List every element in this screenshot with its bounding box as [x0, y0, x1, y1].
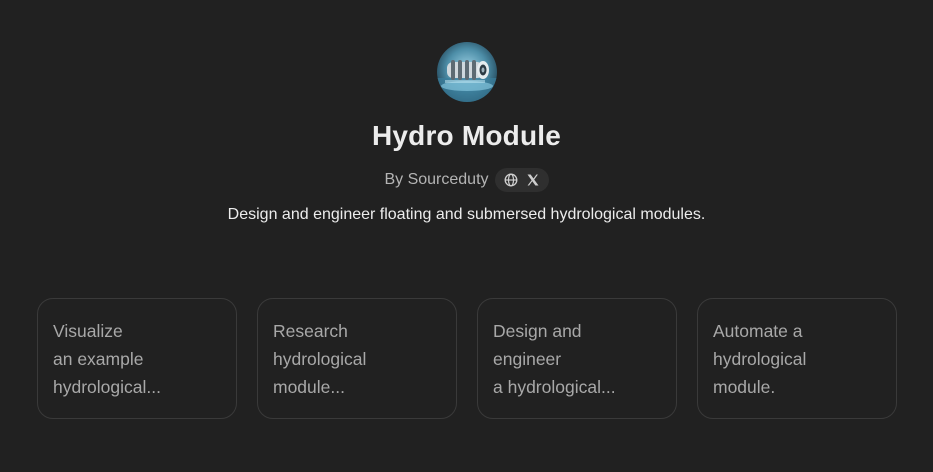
gpt-intro-page: Hydro Module By Sourceduty Design and en… [0, 0, 933, 472]
starter-line: Visualize [53, 321, 123, 341]
social-links [494, 168, 549, 192]
starter-line: engineer [493, 349, 562, 369]
gpt-byline-row: By Sourceduty [0, 168, 933, 192]
hydro-module-avatar-icon [437, 60, 497, 102]
gpt-description: Design and engineer floating and submers… [227, 206, 706, 223]
starter-line: Automate a [713, 321, 803, 341]
starter-line: module. [713, 377, 776, 397]
starter-line: Research [273, 321, 348, 341]
x-logo-icon[interactable] [525, 172, 541, 188]
starter-line: an example [53, 349, 144, 369]
starter-line: hydrological... [53, 377, 161, 397]
starter-line: hydrological [273, 349, 367, 369]
gpt-author: By Sourceduty [384, 171, 489, 188]
starter-line: Design and [493, 321, 582, 341]
conversation-starters: Visualize an example hydrological... Res… [37, 298, 897, 419]
starter-card-visualize[interactable]: Visualize an example hydrological... [37, 298, 237, 419]
globe-icon[interactable] [503, 172, 519, 188]
starter-card-research[interactable]: Research hydrological module... [257, 298, 457, 419]
starter-card-automate[interactable]: Automate a hydrological module. [697, 298, 897, 419]
starter-line: hydrological [713, 349, 807, 369]
gpt-avatar [437, 42, 497, 102]
starter-line: a hydrological... [493, 377, 616, 397]
gpt-title: Hydro Module [371, 120, 562, 151]
starter-card-design[interactable]: Design and engineer a hydrological... [477, 298, 677, 419]
starter-line: module... [273, 377, 345, 397]
